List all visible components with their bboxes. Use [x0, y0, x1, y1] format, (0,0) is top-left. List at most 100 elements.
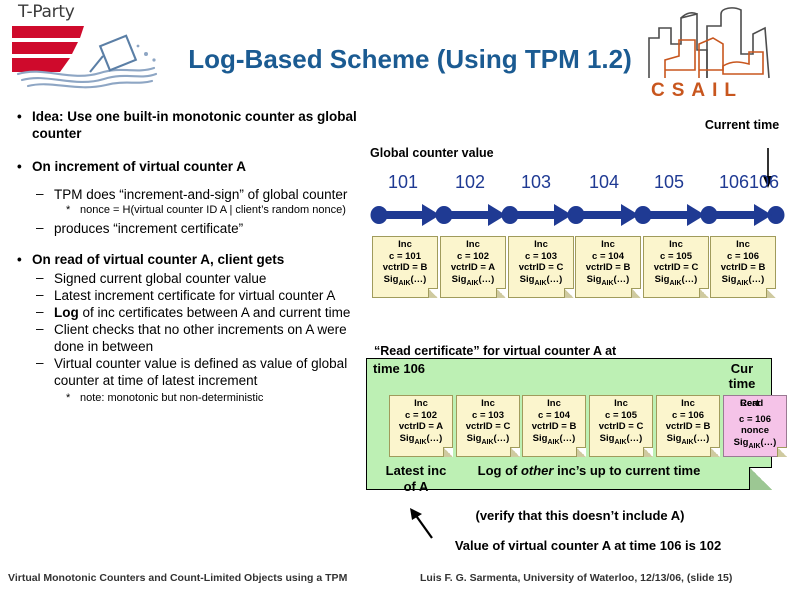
bullet-text: note: monotonic but non-deterministic — [80, 392, 264, 404]
caption-log-of-other: Log of other inc’s up to current time — [477, 463, 701, 478]
card-signature: SigAIK(…) — [451, 273, 495, 287]
card-vctrid: vctrID = B — [531, 421, 577, 433]
card-title: Inc — [466, 239, 480, 250]
page-fold-corner-icon — [749, 467, 772, 490]
bullet-marker: – — [36, 270, 44, 285]
card-fold-icon — [428, 288, 438, 298]
bullet-item: • On increment of virtual counter A — [8, 158, 376, 175]
increment-certificate-card: Inc c = 101 vctrID = B SigAIK(…) — [372, 236, 438, 298]
bullet-text: Latest increment certificate for virtual… — [54, 288, 336, 303]
card-fold-icon — [510, 447, 520, 457]
card-title: Inc — [534, 239, 548, 250]
card-vctrid: vctrID = C — [465, 421, 511, 433]
caption-verify: (verify that this doesn’t include A) — [475, 508, 685, 523]
bullet-text: On read of virtual counter A, client get… — [32, 252, 285, 267]
card-fold-icon — [766, 288, 776, 298]
increment-certificate-card: Inc c = 105 vctrID = C SigAIK(…) — [589, 395, 653, 457]
bullet-text: Virtual counter value is defined as valu… — [54, 356, 348, 388]
increment-certificate-card: Inc c = 106 vctrID = B SigAIK(…) — [710, 236, 776, 298]
timeline-tick-105: 105 — [654, 172, 685, 192]
card-signature: SigAIK(…) — [532, 432, 576, 446]
bullet-text: produces “increment certificate” — [54, 221, 244, 236]
increment-certificate-card: Inc c = 103 vctrID = C SigAIK(…) — [456, 395, 520, 457]
card-fold-icon — [710, 447, 720, 457]
page-title: Log-Based Scheme (Using TPM 1.2) — [188, 44, 632, 74]
card-title: Inc — [681, 398, 695, 409]
card-fold-icon — [576, 447, 586, 457]
bullet-item: • Idea: Use one built-in monotonic count… — [8, 108, 376, 142]
increment-certificate-card: Inc c = 103 vctrID = C SigAIK(…) — [508, 236, 574, 298]
bullet-marker: • — [17, 109, 22, 124]
read-certificate-card: Read Cert c = 106 nonce SigAIK(…) — [723, 395, 787, 457]
card-counter-value: c = 102 — [457, 250, 489, 262]
card-vctrid: vctrID = A — [450, 262, 496, 274]
bullet-text-log: Log of inc certificates between A and cu… — [54, 305, 351, 320]
card-vctrid: vctrID = B — [665, 421, 711, 433]
bullet-text: Idea: Use one built-in monotonic counter… — [32, 109, 357, 141]
bullet-item: * nonce = H(virtual counter ID A | clien… — [8, 203, 376, 217]
card-vctrid: vctrID = B — [720, 262, 766, 274]
card-signature: SigAIK(…) — [586, 273, 630, 287]
bullet-item: – Latest increment certificate for virtu… — [8, 287, 376, 304]
bullet-list: • Idea: Use one built-in monotonic count… — [8, 108, 376, 405]
bullet-item: – TPM does “increment-and-sign” of globa… — [8, 186, 376, 203]
card-title: Inc — [736, 239, 750, 250]
card-signature: SigAIK(…) — [466, 432, 510, 446]
bullet-item-log: – Log of inc certificates between A and … — [8, 304, 376, 321]
timeline-axis — [370, 204, 785, 226]
card-counter-value: c = 102 — [405, 409, 437, 421]
bullet-marker: – — [36, 287, 44, 302]
global-counter-axis-label: Global counter value — [370, 146, 494, 161]
bullet-marker: – — [36, 321, 44, 336]
card-signature: SigAIK(…) — [721, 273, 765, 287]
bullet-text: Signed current global counter value — [54, 271, 267, 286]
card-title: Inc — [614, 398, 628, 409]
increment-certificate-card: Inc c = 106 vctrID = B SigAIK(…) — [656, 395, 720, 457]
increment-certificate-card: Inc c = 104 vctrID = B SigAIK(…) — [522, 395, 586, 457]
read-certificate-time-label: time 106 — [373, 361, 426, 376]
read-certificate-curtime-label: Cur time — [728, 361, 756, 391]
bullet-marker: • — [17, 252, 22, 267]
increment-certificate-card: Inc c = 104 vctrID = B SigAIK(…) — [575, 236, 641, 298]
csail-logo-graphic — [648, 7, 770, 79]
timeline-tick-102: 102 — [455, 172, 486, 192]
timeline-tick-103: 103 — [521, 172, 552, 192]
footer-left: Virtual Monotonic Counters and Count-Lim… — [8, 572, 348, 584]
card-vctrid: vctrID = B — [382, 262, 428, 274]
card-vctrid: vctrID = C — [653, 262, 699, 274]
read-certificate-box: time 106 Cur time Inc c = 102 vctrID = A Si… — [366, 358, 787, 494]
card-counter-value: c = 106 — [672, 409, 704, 421]
card-signature: SigAIK(…) — [519, 273, 563, 287]
card-fold-icon — [699, 288, 709, 298]
bullet-marker: – — [36, 186, 44, 201]
card-vctrid: vctrID = C — [598, 421, 644, 433]
card-fold-icon — [564, 288, 574, 298]
timeline-tick-104: 104 — [589, 172, 620, 192]
global-counter-axis-label-text: Global counter value — [370, 146, 494, 160]
card-title: Inc — [669, 239, 683, 250]
bullet-item: – Virtual counter value is defined as va… — [8, 355, 376, 389]
card-title: Inc — [414, 398, 428, 409]
bullet-marker: • — [17, 159, 22, 174]
card-counter-value: c = 105 — [660, 250, 692, 262]
card-title: Read Cert — [740, 398, 764, 409]
card-signature: SigAIK(…) — [666, 432, 710, 446]
card-fold-icon — [631, 288, 641, 298]
bullet-text: TPM does “increment-and-sign” of global … — [54, 187, 348, 202]
bullet-text: nonce = H(virtual counter ID A | client’… — [80, 204, 346, 216]
card-title: Inc — [547, 398, 561, 409]
timeline-tick-106: 106 — [719, 172, 750, 192]
card-fold-icon — [777, 447, 787, 457]
bullet-item: – Client checks that no other increments… — [8, 321, 376, 355]
card-vctrid: vctrID = C — [518, 262, 564, 274]
bullet-item: * note: monotonic but non-deterministic — [8, 391, 376, 405]
card-signature: SigAIK(…) — [599, 432, 643, 446]
read-certificate-heading: “Read certificate” for virtual counter A… — [374, 344, 617, 358]
card-counter-value: c = 101 — [389, 250, 421, 262]
card-vctrid: vctrID = B — [585, 262, 631, 274]
bullet-marker: – — [36, 355, 44, 370]
caption-latest-inc: Latest inc of A — [385, 463, 447, 494]
bullet-item: – produces “increment certificate” — [8, 220, 376, 237]
card-counter-value: c = 105 — [605, 409, 637, 421]
card-fold-icon — [496, 288, 506, 298]
